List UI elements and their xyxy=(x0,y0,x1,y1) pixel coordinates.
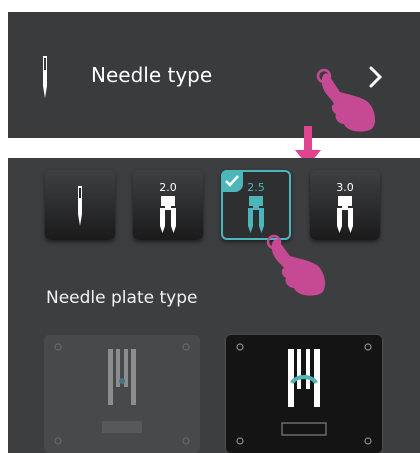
needle-type-label: Needle type xyxy=(91,63,213,87)
needle-icon xyxy=(43,56,47,98)
straight-stitch-plate-option[interactable] xyxy=(44,335,200,453)
tap-hand-icon xyxy=(316,68,376,132)
zigzag-plate-icon xyxy=(236,343,372,445)
needle-plate-type-label: Needle plate type xyxy=(46,288,198,308)
needle-option-label: 2.0 xyxy=(159,181,177,194)
needle-option-label: 3.0 xyxy=(336,181,354,194)
twin-needle-icon xyxy=(160,196,176,233)
needle-option-single[interactable] xyxy=(45,170,115,240)
needle-option-2-0[interactable]: 2.0 xyxy=(133,170,203,240)
needle-option-2-5[interactable]: 2.5 xyxy=(221,170,291,240)
needle-option-3-0[interactable]: 3.0 xyxy=(310,170,380,240)
needle-option-label: 2.5 xyxy=(247,181,265,194)
tap-hand-icon xyxy=(266,234,326,296)
twin-needle-icon xyxy=(337,196,353,233)
twin-needle-icon xyxy=(248,196,264,233)
straight-stitch-plate-icon xyxy=(54,343,190,445)
single-needle-icon xyxy=(78,186,82,226)
zigzag-plate-option[interactable] xyxy=(226,335,382,453)
